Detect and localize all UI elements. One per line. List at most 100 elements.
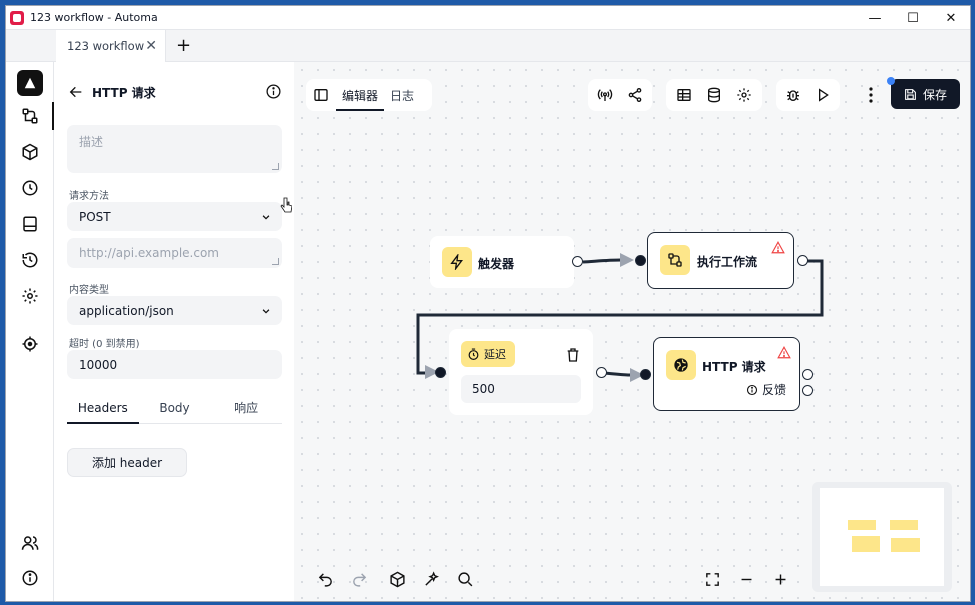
input-port[interactable] [635,255,646,266]
resize-grip-icon[interactable] [272,163,279,170]
timeout-label: 超时 (0 到禁用) [69,339,140,350]
minus-icon [741,578,751,580]
maximize-button[interactable]: ☐ [894,6,932,30]
method-value: POST [79,209,111,224]
delay-value-input[interactable]: 500 [461,375,581,403]
minimize-button[interactable]: — [856,6,894,30]
rail-community[interactable] [6,527,54,559]
new-tab-button[interactable]: + [176,35,191,56]
output-port[interactable] [596,367,607,378]
packages-icon [22,143,38,161]
fit-view-button[interactable] [695,563,729,595]
tab-body[interactable]: Body [139,392,211,423]
auto-align-button[interactable] [414,563,448,595]
rail-storage[interactable] [6,208,54,240]
zoom-out-button[interactable] [729,563,763,595]
rail-workflows[interactable] [6,100,54,132]
timeout-value: 10000 [79,357,118,372]
automa-app-icon [10,10,24,25]
node-icon-bg [666,350,696,380]
close-window-button[interactable]: ✕ [932,6,970,30]
output-port[interactable] [572,256,583,267]
node-http-request[interactable]: HTTP 请求 反馈 [653,337,800,411]
input-port[interactable] [435,367,446,378]
nav-rail [6,62,54,601]
description-textarea[interactable]: 描述 [67,125,282,173]
rail-packages[interactable] [6,136,54,168]
chevron-down-icon [262,214,270,220]
window-title: 123 workflow - Automa [30,11,158,24]
description-placeholder: 描述 [79,135,104,149]
method-label: 请求方法 [69,191,109,202]
add-header-button[interactable]: 添加 header [67,448,187,477]
community-icon [21,536,39,550]
workflow-canvas[interactable]: 编辑器 日志 保存 触发器 执行工作流 延迟 500 HTTP 请求 反馈 [294,62,970,601]
timer-icon [468,347,479,360]
info-icon[interactable] [265,83,282,100]
undo-button[interactable] [308,563,342,595]
url-input[interactable]: http://api.example.com [67,238,282,268]
content-type-label: 内容类型 [69,285,109,296]
search-blocks-button[interactable] [448,563,482,595]
warning-icon [777,346,791,359]
content-type-select[interactable]: application/json [67,296,282,325]
tab-workflow[interactable]: 123 workflow ✕ [56,30,166,62]
tab-close-icon[interactable]: ✕ [145,38,157,54]
automa-logo[interactable] [17,70,43,96]
history-tools [308,563,376,595]
arrowhead-icon [620,253,634,267]
method-select[interactable]: POST [67,202,282,231]
blocks-button[interactable] [380,563,414,595]
globe-icon [674,358,688,372]
undo-icon [318,572,332,587]
app-window: 123 workflow - Automa — ☐ ✕ 123 workflow… [5,5,971,602]
rail-settings[interactable] [6,280,54,312]
package-icon [389,571,405,587]
feedback-link[interactable]: 反馈 [746,381,786,398]
canvas-tools [380,563,482,595]
output-port-success[interactable] [802,369,813,380]
input-port[interactable] [640,369,651,380]
tab-response[interactable]: 响应 [210,392,282,423]
chevron-down-icon [262,308,270,314]
redo-icon [352,572,366,587]
zoom-in-button[interactable] [763,563,797,595]
node-execute-workflow[interactable]: 执行工作流 [647,232,794,289]
panel-header: HTTP 请求 [68,82,282,102]
timeout-input[interactable]: 10000 [67,350,282,379]
fullscreen-icon [705,572,719,586]
minimap-viewport [820,488,944,586]
edge-trigger-execute[interactable] [582,258,622,264]
title-bar: 123 workflow - Automa — ☐ ✕ [6,6,970,30]
rail-about[interactable] [6,562,54,594]
node-icon-bg [660,245,690,275]
minimap[interactable] [812,482,952,592]
rail-schedule[interactable] [6,172,54,204]
info-icon [746,384,758,395]
panel-title: HTTP 请求 [92,85,156,100]
node-icon-bg [442,247,472,277]
node-delay[interactable]: 延迟 500 [449,329,593,415]
tab-headers[interactable]: Headers [67,392,139,424]
redo-button[interactable] [342,563,376,595]
resize-grip-icon[interactable] [272,258,279,265]
rail-history[interactable] [6,244,54,276]
schedule-icon [22,180,38,196]
mouse-cursor-icon [280,197,292,213]
lightning-icon [450,254,463,270]
rail-recording[interactable] [6,328,54,360]
tab-label: 123 workflow [67,39,145,53]
url-placeholder: http://api.example.com [79,246,219,260]
minimap-node [852,536,880,552]
trash-icon[interactable] [565,347,581,363]
workflows-icon [22,108,38,124]
node-trigger[interactable]: 触发器 [430,236,574,288]
request-subtabs: Headers Body 响应 [67,392,282,424]
settings-icon [22,288,38,304]
back-arrow-icon[interactable] [68,84,84,100]
edge-delay-http[interactable] [603,371,632,377]
output-port[interactable] [797,255,808,266]
storage-icon [23,216,37,232]
output-port-fallback[interactable] [802,385,813,396]
workflows-icon [668,253,682,267]
